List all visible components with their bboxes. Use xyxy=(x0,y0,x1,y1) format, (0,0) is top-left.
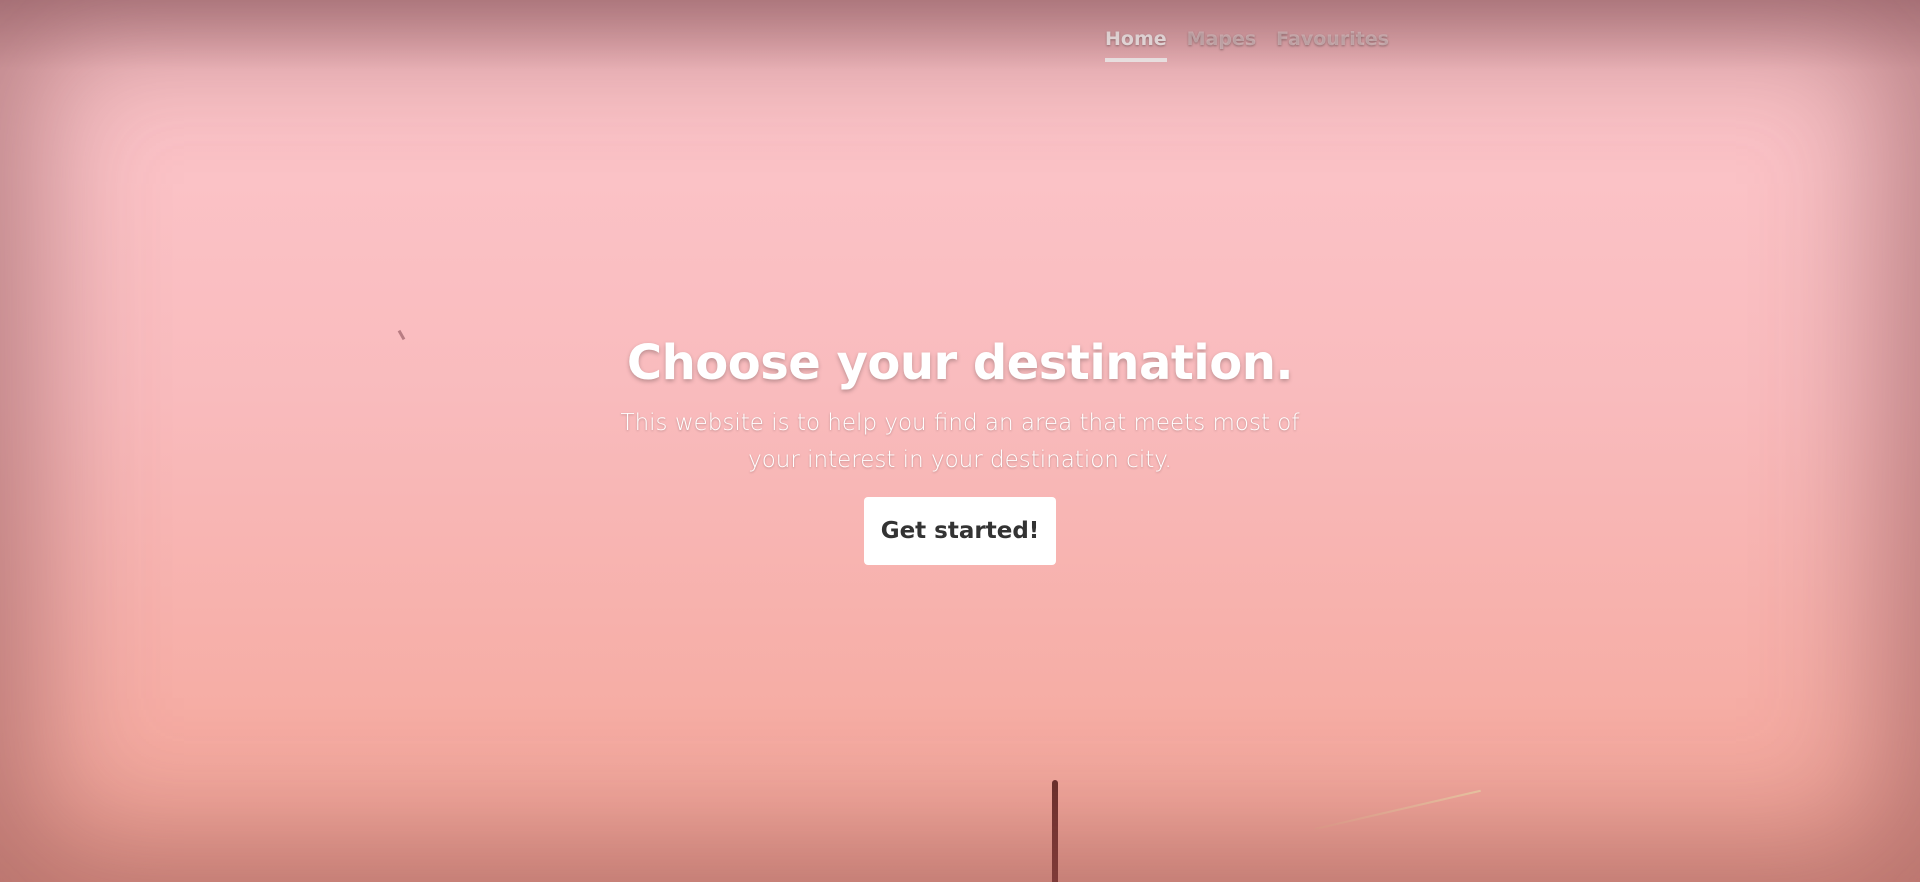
hero-content: Choose your destination. This website is… xyxy=(0,335,1920,565)
background-tower-spire xyxy=(1052,780,1058,882)
nav-mapes-link[interactable]: Mapes xyxy=(1187,28,1257,62)
hero-title: Choose your destination. xyxy=(626,335,1294,391)
nav-home-link[interactable]: Home xyxy=(1105,28,1167,62)
background-contrail xyxy=(1314,789,1481,830)
top-shade xyxy=(0,0,1920,70)
hero-section: Home Mapes Favourites Choose your destin… xyxy=(0,0,1920,882)
get-started-button[interactable]: Get started! xyxy=(864,497,1056,565)
hero-subtitle: This website is to help you find an area… xyxy=(620,410,1300,473)
nav-favourites-link[interactable]: Favourites xyxy=(1276,28,1389,62)
top-nav: Home Mapes Favourites xyxy=(1105,28,1389,62)
